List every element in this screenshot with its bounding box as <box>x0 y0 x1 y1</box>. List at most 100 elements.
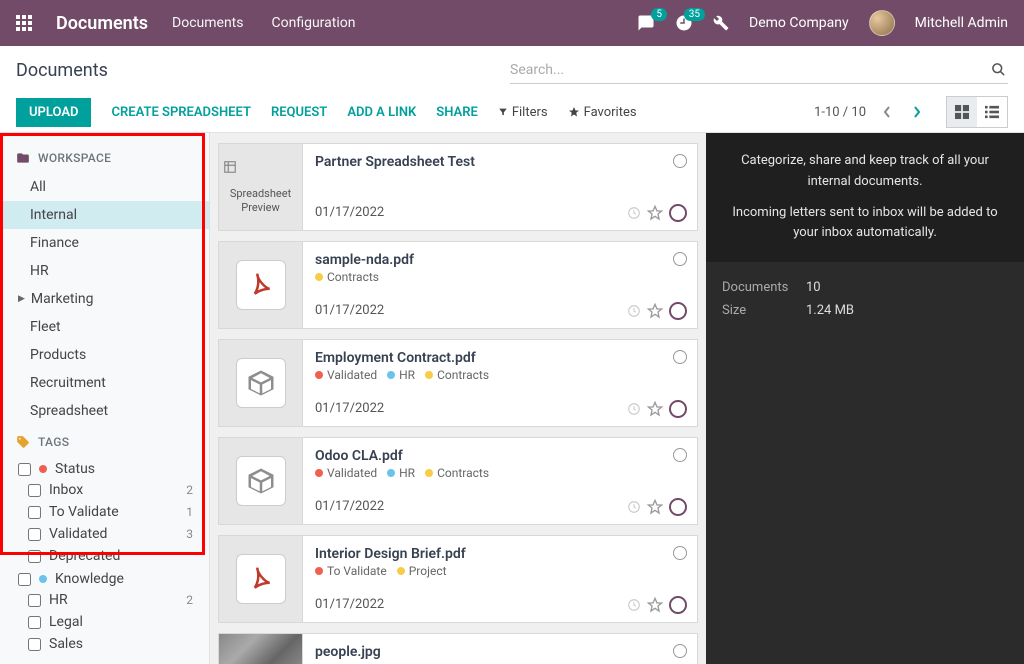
sidebar-item-label: Spreadsheet <box>30 403 108 419</box>
share-button[interactable]: SHARE <box>436 105 478 120</box>
checkbox[interactable] <box>28 638 41 651</box>
owner-avatar-icon[interactable] <box>669 596 687 614</box>
doc-tag: Project <box>397 564 447 578</box>
star-icon[interactable] <box>647 597 663 613</box>
owner-avatar-icon[interactable] <box>669 302 687 320</box>
create-spreadsheet-button[interactable]: CREATE SPREADSHEET <box>111 105 250 120</box>
topbar-right: 5 35 Demo Company Mitchell Admin <box>637 10 1008 36</box>
checkbox[interactable] <box>28 484 41 497</box>
select-radio[interactable] <box>673 252 687 266</box>
tag-item[interactable]: Inbox2 <box>0 479 209 501</box>
clock-icon[interactable] <box>627 500 641 514</box>
sidebar-item-finance[interactable]: Finance <box>0 229 209 257</box>
tag-item[interactable]: Deprecated <box>0 545 209 567</box>
select-radio[interactable] <box>673 546 687 560</box>
search-input[interactable] <box>510 60 989 80</box>
tags-section-head: TAGS <box>0 425 209 457</box>
select-radio[interactable] <box>673 644 687 658</box>
doc-tag: HR <box>387 368 415 382</box>
doc-card[interactable]: people.jpg <box>218 633 698 664</box>
star-icon[interactable] <box>647 401 663 417</box>
request-button[interactable]: REQUEST <box>271 105 327 120</box>
owner-avatar-icon[interactable] <box>669 498 687 516</box>
select-radio[interactable] <box>673 448 687 462</box>
add-link-button[interactable]: ADD A LINK <box>347 105 416 120</box>
sidebar: WORKSPACE AllInternalFinanceHR▶Marketing… <box>0 133 210 664</box>
tag-group[interactable]: Status <box>0 457 209 479</box>
doc-card[interactable]: Employment Contract.pdf ValidatedHRContr… <box>218 339 698 427</box>
color-dot-icon <box>315 469 323 477</box>
select-radio[interactable] <box>673 350 687 364</box>
brand-title: Documents <box>56 13 148 34</box>
pager-prev-icon[interactable] <box>878 101 896 123</box>
messages-icon[interactable]: 5 <box>637 14 655 32</box>
color-dot-icon <box>397 567 405 575</box>
clock-icon[interactable] <box>627 402 641 416</box>
page-title: Documents <box>16 60 108 81</box>
stat-row: Size 1.24 MB <box>722 299 1008 322</box>
favorites-toggle[interactable]: Favorites <box>568 105 637 120</box>
sidebar-item-all[interactable]: All <box>0 173 209 201</box>
select-radio[interactable] <box>673 154 687 168</box>
doc-card[interactable]: Spreadsheet Preview Partner Spreadsheet … <box>218 143 698 231</box>
stat-row: Documents 10 <box>722 276 1008 299</box>
nav-documents[interactable]: Documents <box>172 15 243 31</box>
sidebar-item-internal[interactable]: Internal <box>0 201 209 229</box>
upload-button[interactable]: UPLOAD <box>16 98 91 127</box>
tag-item[interactable]: HR 2 <box>0 589 209 611</box>
doc-name: Employment Contract.pdf <box>315 350 685 366</box>
checkbox[interactable] <box>28 528 41 541</box>
clock-icon[interactable] <box>627 598 641 612</box>
view-kanban-icon[interactable] <box>947 97 977 127</box>
star-icon[interactable] <box>647 303 663 319</box>
pager-next-icon[interactable] <box>908 101 926 123</box>
sidebar-item-products[interactable]: Products <box>0 341 209 369</box>
tag-item[interactable]: Sales <box>0 633 209 655</box>
sidebar-item-recruitment[interactable]: Recruitment <box>0 369 209 397</box>
view-list-icon[interactable] <box>977 97 1007 127</box>
tag-item[interactable]: To Validate1 <box>0 501 209 523</box>
owner-avatar-icon[interactable] <box>669 400 687 418</box>
color-dot-icon <box>387 469 395 477</box>
tag-label: Sales <box>49 636 83 652</box>
sidebar-item-marketing[interactable]: ▶Marketing <box>0 285 209 313</box>
checkbox[interactable] <box>28 506 41 519</box>
checkbox[interactable] <box>18 573 31 586</box>
owner-avatar-icon[interactable] <box>669 204 687 222</box>
company-name[interactable]: Demo Company <box>749 15 849 31</box>
tag-label: To Validate <box>49 504 119 520</box>
sidebar-item-spreadsheet[interactable]: Spreadsheet <box>0 397 209 425</box>
messages-badge: 5 <box>651 8 667 21</box>
doc-card[interactable]: Interior Design Brief.pdf To ValidatePro… <box>218 535 698 623</box>
tag-group[interactable]: Knowledge <box>0 567 209 589</box>
checkbox[interactable] <box>28 594 41 607</box>
sidebar-item-hr[interactable]: HR <box>0 257 209 285</box>
sidebar-item-label: Recruitment <box>30 375 106 391</box>
tools-icon[interactable] <box>713 15 729 31</box>
checkbox[interactable] <box>28 616 41 629</box>
activities-icon[interactable]: 35 <box>675 14 693 32</box>
tag-item[interactable]: Validated3 <box>0 523 209 545</box>
checkbox[interactable] <box>18 463 31 476</box>
search-icon[interactable] <box>989 62 1008 77</box>
doc-card[interactable]: Odoo CLA.pdf ValidatedHRContracts 01/17/… <box>218 437 698 525</box>
clock-icon[interactable] <box>627 304 641 318</box>
tag-count: 2 <box>186 593 193 607</box>
star-icon[interactable] <box>647 499 663 515</box>
filters-toggle[interactable]: Filters <box>498 105 548 120</box>
star-icon[interactable] <box>647 205 663 221</box>
doc-card[interactable]: sample-nda.pdf Contracts 01/17/2022 <box>218 241 698 329</box>
user-name[interactable]: Mitchell Admin <box>915 15 1008 31</box>
sidebar-item-fleet[interactable]: Fleet <box>0 313 209 341</box>
sidebar-item-label: Fleet <box>30 319 61 335</box>
checkbox[interactable] <box>28 550 41 563</box>
tag-label: HR <box>49 592 68 608</box>
search-box <box>510 56 1008 84</box>
apps-grid-icon[interactable] <box>16 15 32 31</box>
tag-item[interactable]: Legal <box>0 611 209 633</box>
doc-thumb <box>219 438 303 524</box>
clock-icon[interactable] <box>627 206 641 220</box>
avatar[interactable] <box>869 10 895 36</box>
doc-name: people.jpg <box>315 644 685 660</box>
nav-configuration[interactable]: Configuration <box>272 15 356 31</box>
